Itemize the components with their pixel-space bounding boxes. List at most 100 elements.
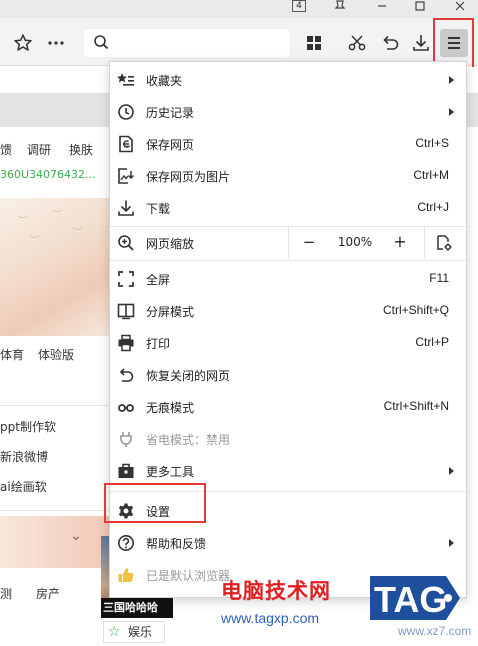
submenu-arrow-icon	[449, 539, 454, 547]
shortcut-text: Ctrl+P	[415, 335, 449, 349]
menu-item-label: 历史记录	[146, 106, 195, 120]
menu-item-save-page[interactable]: 保存网页 Ctrl+S	[110, 128, 466, 160]
menu-item-power-save[interactable]: 省电模式：禁用	[110, 423, 466, 455]
nav-link-feedback[interactable]: 馈	[0, 141, 12, 158]
thumbs-up-icon	[118, 568, 134, 583]
minimize-icon[interactable]	[376, 0, 388, 12]
shortcut-text: Ctrl+J	[417, 200, 449, 214]
nav-link-skin[interactable]: 换肤	[69, 141, 93, 158]
restore-icon[interactable]	[414, 0, 426, 12]
history-icon	[118, 104, 134, 120]
download-icon	[118, 200, 134, 216]
shortcut-text: F11	[429, 271, 449, 285]
list-item[interactable]: ppt制作软	[0, 418, 56, 435]
zoom-level-value: 100%	[337, 235, 373, 249]
page-category-row: 体育 体验版	[0, 344, 110, 364]
menu-item-restore-closed[interactable]: 恢复关闭的网页	[110, 359, 466, 391]
save-image-icon	[118, 168, 135, 184]
pin-icon[interactable]	[332, 0, 348, 12]
more-dots-icon[interactable]	[45, 32, 67, 54]
nav-link-survey[interactable]: 调研	[27, 141, 51, 158]
menu-item-favorites[interactable]: 收藏夹	[110, 64, 466, 96]
shortcut-text: Ctrl+M	[413, 168, 449, 182]
secondary-banner-image[interactable]	[0, 516, 110, 568]
bookmark-star-icon[interactable]	[12, 32, 34, 54]
restore-tab-icon	[119, 368, 134, 382]
bottom-nav: 测 房产	[0, 583, 110, 603]
scissors-icon[interactable]	[346, 32, 368, 54]
menu-item-label: 打印	[146, 337, 171, 351]
watermark-site2: www.xz7.com	[398, 624, 472, 638]
zoom-out-button[interactable]: −	[294, 227, 324, 259]
menu-item-label: 下载	[146, 202, 171, 216]
menu-item-label: 保存网页为图片	[146, 170, 231, 184]
undo-icon[interactable]	[379, 32, 401, 54]
search-input[interactable]	[84, 29, 290, 57]
account-id-text: 360U34076432...	[0, 168, 96, 181]
menu-item-label: 全屏	[146, 273, 171, 287]
search-icon	[94, 35, 109, 50]
menu-item-label: 设置	[146, 505, 171, 519]
entertainment-tab[interactable]: ☆ 娱乐	[103, 621, 165, 643]
menu-item-print[interactable]: 打印 Ctrl+P	[110, 327, 466, 359]
menu-item-fullscreen[interactable]: 全屏 F11	[110, 263, 466, 295]
menu-item-label: 收藏夹	[146, 74, 183, 88]
menu-item-help-feedback[interactable]: 帮助和反馈	[110, 527, 466, 559]
fullscreen-icon	[118, 271, 134, 287]
shortcut-text: Ctrl+Shift+N	[383, 399, 449, 413]
watermark-title: 电脑技术网	[221, 579, 331, 603]
download-icon[interactable]	[410, 32, 432, 54]
menu-item-incognito[interactable]: 无痕模式 Ctrl+Shift+N	[110, 391, 466, 423]
menu-item-label: 恢复关闭的网页	[146, 369, 231, 383]
toolbox-icon	[118, 463, 134, 478]
menu-item-label: 无痕模式	[146, 401, 195, 415]
menu-item-more-tools[interactable]: 更多工具	[110, 455, 466, 487]
page-nav: 馈 调研 换肤	[0, 138, 110, 158]
menu-icon	[448, 37, 460, 49]
submenu-arrow-icon	[449, 108, 454, 116]
side-link-list: ppt制作软 新浪微博 ai绘画软	[0, 405, 110, 511]
menu-item-page-zoom: 网页缩放 − 100% +	[110, 227, 466, 259]
list-item[interactable]: 新浪微博	[0, 448, 48, 465]
link-real-estate[interactable]: 房产	[36, 585, 60, 602]
watermark-url: www.tagxp.com	[221, 610, 320, 626]
tab-count-icon[interactable]: 4	[292, 0, 306, 12]
close-icon[interactable]	[454, 0, 466, 12]
save-page-icon	[119, 135, 133, 153]
settings-gear-icon	[118, 503, 134, 519]
browser-main-menu: 收藏夹 历史记录 保存网页 Ctrl+S 保存网页为图片 Ctrl+M 下载 C…	[109, 61, 467, 598]
menu-item-label: 帮助和反馈	[146, 537, 207, 551]
menu-item-label: 网页缩放	[146, 237, 195, 251]
zoom-control: − 100% +	[288, 227, 466, 259]
power-save-icon	[120, 432, 132, 447]
menu-item-label: 保存网页	[146, 138, 195, 152]
link-trial-version[interactable]: 体验版	[38, 346, 74, 363]
menu-button[interactable]	[440, 29, 468, 57]
menu-item-label: 已是默认浏览器	[146, 569, 231, 583]
link-measure[interactable]: 测	[0, 585, 12, 602]
menu-item-history[interactable]: 历史记录	[110, 96, 466, 128]
apps-grid-icon[interactable]	[303, 32, 325, 54]
menu-item-label: 省电模式：禁用	[146, 433, 231, 447]
link-sports[interactable]: 体育	[0, 346, 24, 363]
zoom-icon	[118, 235, 134, 251]
zoom-settings-icon[interactable]	[435, 234, 453, 252]
print-icon	[118, 334, 134, 352]
split-screen-icon	[117, 303, 135, 320]
menu-item-label: 分屏模式	[146, 305, 195, 319]
list-item[interactable]: ai绘画软	[0, 478, 47, 495]
hero-banner-image[interactable]: ︶ ︶ ︶ ︶	[0, 198, 110, 336]
favorites-icon	[117, 73, 134, 86]
menu-item-settings[interactable]: 设置	[110, 495, 466, 527]
chevron-down-icon[interactable]: ⌄	[70, 528, 82, 544]
shortcut-text: Ctrl+S	[415, 136, 449, 150]
watermark-tag-logo: TAG	[370, 576, 460, 620]
menu-item-save-as-image[interactable]: 保存网页为图片 Ctrl+M	[110, 160, 466, 192]
menu-item-split-screen[interactable]: 分屏模式 Ctrl+Shift+Q	[110, 295, 466, 327]
help-icon	[118, 535, 134, 551]
menu-item-download[interactable]: 下载 Ctrl+J	[110, 192, 466, 224]
incognito-icon	[118, 404, 134, 412]
zoom-in-button[interactable]: +	[386, 227, 414, 259]
thumbnail-caption: 三国哈哈哈	[101, 598, 173, 618]
entertainment-label: 娱乐	[128, 625, 153, 639]
